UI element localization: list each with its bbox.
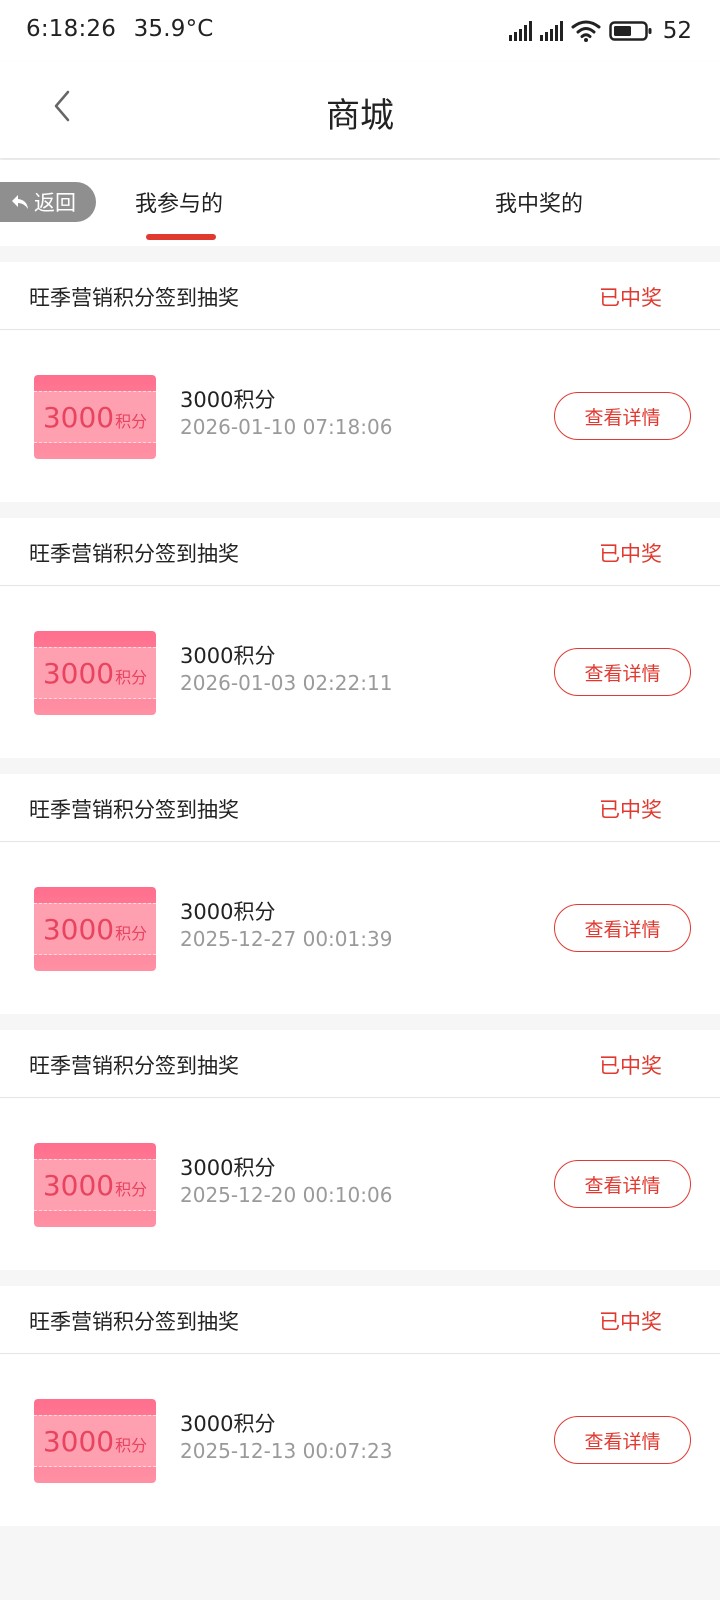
nav-bar: 商城: [0, 62, 720, 158]
coupon-face: 3000 积分: [34, 903, 156, 955]
coupon-face: 3000 积分: [34, 1415, 156, 1467]
coupon-unit: 积分: [115, 668, 148, 687]
activity-title: 旺季营销积分签到抽奖: [29, 1310, 239, 1334]
list-item: 旺季营销积分签到抽奖 已中奖 3000 积分 3000积分 2025-12-20…: [0, 1030, 720, 1270]
list-item: 旺季营销积分签到抽奖 已中奖 3000 积分 3000积分 2025-12-27…: [0, 774, 720, 1014]
card-header: 旺季营销积分签到抽奖 已中奖: [0, 1286, 720, 1354]
list-item: 旺季营销积分签到抽奖 已中奖 3000 积分 3000积分 2026-01-10…: [0, 262, 720, 502]
signal-icon: [539, 21, 563, 41]
prize-name: 3000积分: [180, 1412, 276, 1436]
coupon-unit: 积分: [115, 924, 148, 943]
active-tab-indicator: [146, 234, 216, 240]
lottery-list: 旺季营销积分签到抽奖 已中奖 3000 积分 3000积分 2026-01-10…: [0, 262, 720, 1542]
activity-title: 旺季营销积分签到抽奖: [29, 542, 239, 566]
prize-time: 2025-12-13 00:07:23: [180, 1439, 393, 1463]
status-badge: 已中奖: [599, 798, 662, 822]
return-arrow-icon: [12, 195, 28, 209]
view-details-button[interactable]: 查看详情: [554, 1416, 691, 1464]
list-item: 旺季营销积分签到抽奖 已中奖 3000 积分 3000积分 2025-12-13…: [0, 1286, 720, 1526]
status-time: 6:18:26: [26, 16, 117, 42]
prize-time: 2025-12-20 00:10:06: [180, 1183, 393, 1207]
status-badge: 已中奖: [599, 286, 662, 310]
status-badge: 已中奖: [599, 542, 662, 566]
prize-time: 2026-01-10 07:18:06: [180, 415, 393, 439]
coupon-image: 3000 积分: [34, 375, 156, 459]
coupon-face: 3000 积分: [34, 391, 156, 443]
signal-icon: [508, 21, 532, 41]
prize-name: 3000积分: [180, 388, 276, 412]
battery-level: 52: [662, 18, 692, 44]
view-details-button[interactable]: 查看详情: [554, 904, 691, 952]
coupon-unit: 积分: [115, 412, 148, 431]
coupon-image: 3000 积分: [34, 887, 156, 971]
list-item: 旺季营销积分签到抽奖 已中奖 3000 积分 3000积分 2026-01-03…: [0, 518, 720, 758]
prize-time: 2026-01-03 02:22:11: [180, 671, 393, 695]
tab-bar: 返回 我参与的 我中奖的: [0, 160, 720, 246]
card-header: 旺季营销积分签到抽奖 已中奖: [0, 774, 720, 842]
coupon-number: 3000: [42, 1168, 115, 1202]
prize-name: 3000积分: [180, 644, 276, 668]
activity-title: 旺季营销积分签到抽奖: [29, 286, 239, 310]
activity-title: 旺季营销积分签到抽奖: [29, 1054, 239, 1078]
activity-title: 旺季营销积分签到抽奖: [29, 798, 239, 822]
status-badge: 已中奖: [599, 1310, 662, 1334]
coupon-image: 3000 积分: [34, 631, 156, 715]
prize-name: 3000积分: [180, 900, 276, 924]
status-left: 6:18:26 35.9°C: [26, 16, 224, 42]
coupon-number: 3000: [42, 1424, 115, 1458]
view-details-button[interactable]: 查看详情: [554, 648, 691, 696]
card-header: 旺季营销积分签到抽奖 已中奖: [0, 262, 720, 330]
status-right: 52: [508, 16, 692, 46]
status-bar: 6:18:26 35.9°C 52: [0, 0, 720, 62]
coupon-image: 3000 积分: [34, 1143, 156, 1227]
view-details-button[interactable]: 查看详情: [554, 1160, 691, 1208]
card-header: 旺季营销积分签到抽奖 已中奖: [0, 518, 720, 586]
coupon-face: 3000 积分: [34, 1159, 156, 1211]
prize-name: 3000积分: [180, 1156, 276, 1180]
return-label: 返回: [34, 191, 76, 215]
coupon-number: 3000: [42, 400, 115, 434]
card-header: 旺季营销积分签到抽奖 已中奖: [0, 1030, 720, 1098]
battery-icon: [608, 21, 652, 41]
tab-won[interactable]: 我中奖的: [495, 186, 583, 218]
status-temperature: 35.9°C: [133, 16, 214, 42]
view-details-button[interactable]: 查看详情: [554, 392, 691, 440]
coupon-number: 3000: [42, 912, 115, 946]
coupon-unit: 积分: [115, 1436, 148, 1455]
coupon-unit: 积分: [115, 1180, 148, 1199]
coupon-image: 3000 积分: [34, 1399, 156, 1483]
return-button[interactable]: 返回: [0, 182, 96, 222]
status-badge: 已中奖: [599, 1054, 662, 1078]
page-title: 商城: [326, 96, 394, 136]
prize-time: 2025-12-27 00:01:39: [180, 927, 393, 951]
coupon-face: 3000 积分: [34, 647, 156, 699]
coupon-number: 3000: [42, 656, 115, 690]
tab-participated[interactable]: 我参与的: [135, 186, 223, 218]
wifi-icon: [571, 20, 601, 42]
